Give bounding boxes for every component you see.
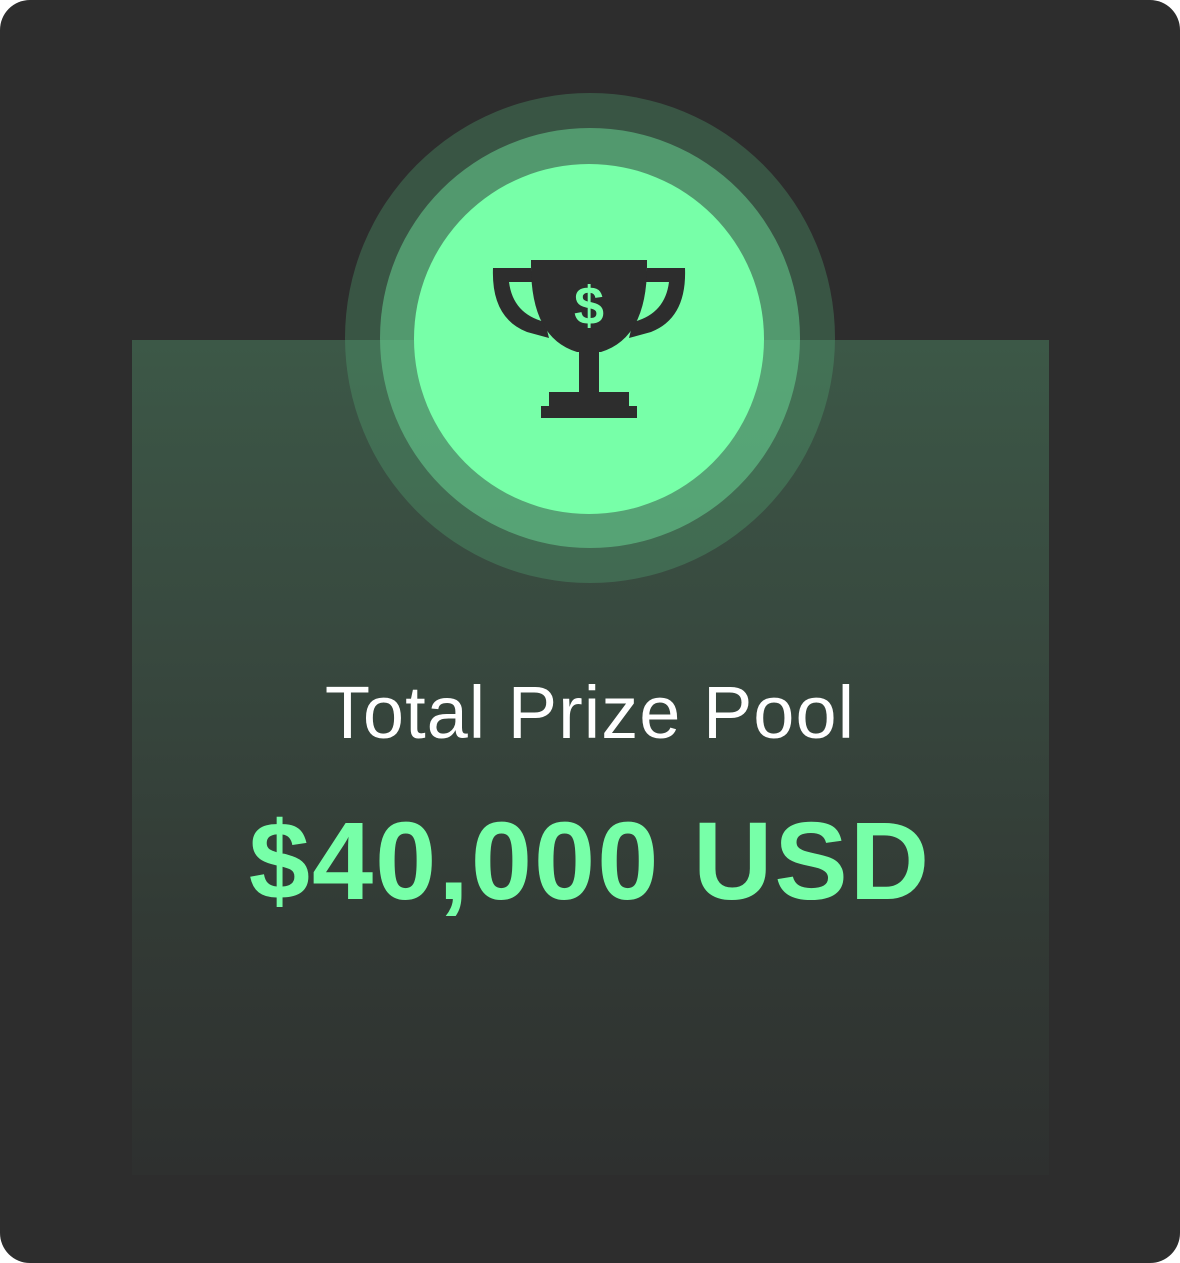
prize-pool-amount: $40,000 USD [248, 800, 932, 923]
trophy-dollar-icon: $ [492, 260, 686, 418]
prize-pool-card: $ Total Prize Pool $40,000 USD [0, 0, 1180, 1263]
prize-pool-title: Total Prize Pool [324, 671, 856, 754]
trophy-dollar-symbol: $ [574, 276, 604, 336]
